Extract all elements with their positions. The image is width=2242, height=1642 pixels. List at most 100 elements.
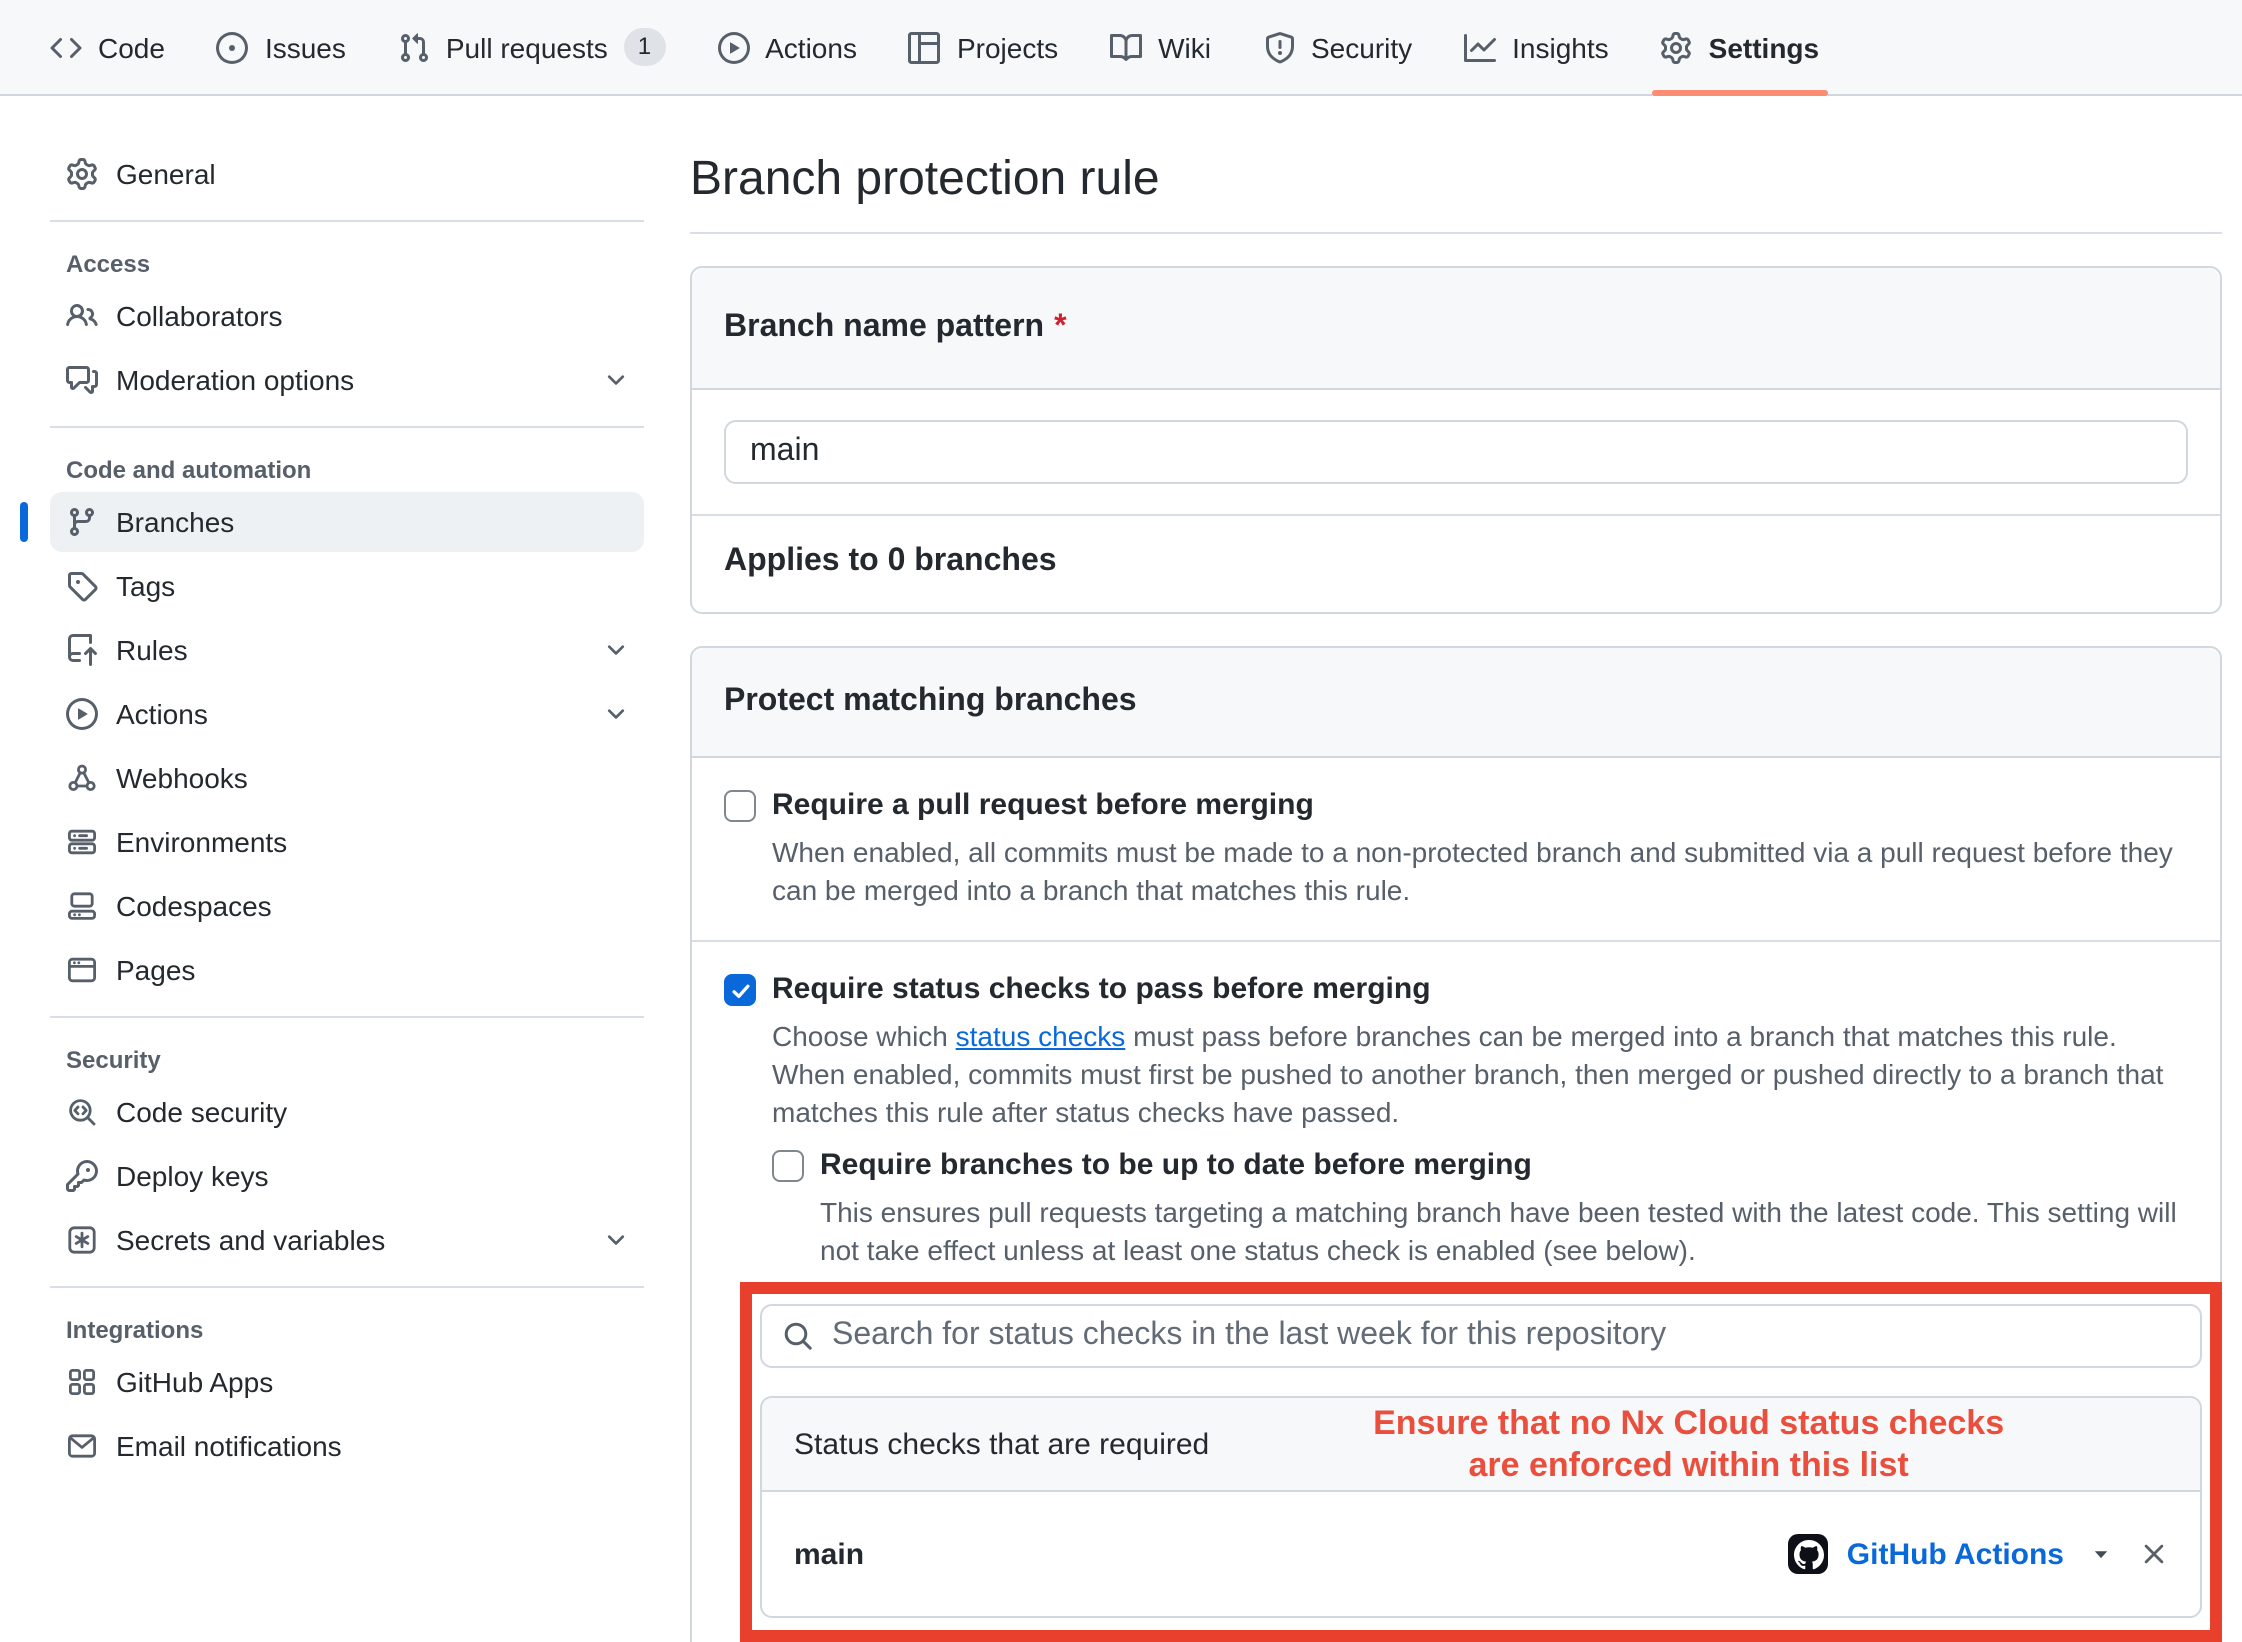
tab-security[interactable]: Security [1237,0,1438,94]
sidebar-divider [50,220,644,222]
sidebar-item-general[interactable]: General [50,144,644,204]
sidebar-item-webhooks[interactable]: Webhooks [50,748,644,808]
status-check-dropdown-button[interactable] [2090,1543,2112,1565]
annotation-line-2: are enforced within this list [1209,1444,2168,1486]
tab-wiki[interactable]: Wiki [1084,0,1237,94]
tab-actions[interactable]: Actions [691,0,883,94]
status-checks-link[interactable]: status checks [956,1020,1126,1052]
branch-name-pattern-input[interactable] [724,420,2188,484]
require-status-checks-checkbox[interactable] [724,974,756,1006]
sidebar-moderation-label: Moderation options [116,364,354,396]
status-check-row: main GitHub Actions [762,1492,2200,1616]
remove-status-check-button[interactable] [2140,1540,2168,1568]
tab-settings[interactable]: Settings [1635,0,1845,94]
check-icon [729,979,751,1001]
tab-code-label: Code [98,31,165,63]
description-text: Choose which [772,1020,956,1052]
branch-protection-main: Branch protection rule Branch name patte… [656,96,2242,1642]
sidebar-rules-label: Rules [116,634,188,666]
sidebar-item-moderation-options[interactable]: Moderation options [50,350,644,410]
tab-issues-label: Issues [265,31,346,63]
sidebar-item-branches[interactable]: Branches [50,492,644,552]
apps-icon [66,1366,98,1398]
require-pull-request-row: Require a pull request before merging Wh… [692,758,2220,940]
issue-opened-icon [217,31,249,63]
sidebar-item-secrets-and-variables[interactable]: Secrets and variables [50,1210,644,1270]
tab-wiki-label: Wiki [1158,31,1211,63]
sidebar-item-email-notifications[interactable]: Email notifications [50,1416,644,1476]
sidebar-item-actions[interactable]: Actions [50,684,644,744]
close-icon [2140,1540,2168,1568]
tab-insights[interactable]: Insights [1438,0,1635,94]
tab-pull-requests[interactable]: Pull requests1 [372,0,691,94]
sidebar-general-label: General [116,158,216,190]
annotation-line-1: Ensure that no Nx Cloud status checks [1209,1402,2168,1444]
required-status-checks-list: Status checks that are required Ensure t… [760,1396,2202,1618]
repo-tab-bar: Code Issues Pull requests1 Actions Proje… [0,0,2242,96]
branch-name-pattern-card: Branch name pattern* Applies to 0 branch… [690,266,2222,614]
shield-icon [1263,31,1295,63]
chevron-down-icon [604,1228,628,1252]
github-mark-icon [1794,1539,1824,1569]
sidebar-item-code-security[interactable]: Code security [50,1082,644,1142]
required-asterisk: * [1054,310,1066,344]
sidebar-collaborators-label: Collaborators [116,300,283,332]
chevron-down-icon [604,368,628,392]
sidebar-item-tags[interactable]: Tags [50,556,644,616]
protect-matching-branches-header: Protect matching branches [692,648,2220,758]
sidebar-secrets-label: Secrets and variables [116,1224,385,1256]
code-icon [50,31,82,63]
status-check-search-input[interactable] [760,1304,2202,1368]
annotation-note: Ensure that no Nx Cloud status checks ar… [1209,1402,2168,1486]
tab-issues[interactable]: Issues [191,0,372,94]
tab-insights-label: Insights [1512,31,1609,63]
sidebar-pages-label: Pages [116,954,195,986]
gear-icon [66,158,98,190]
page-title: Branch protection rule [690,148,2222,212]
github-actions-avatar [1789,1534,1829,1574]
title-divider [690,232,2222,234]
sidebar-webhooks-label: Webhooks [116,762,248,794]
sidebar-environments-label: Environments [116,826,287,858]
require-up-to-date-section: Require branches to be up to date before… [772,1144,2188,1270]
sidebar-section-access: Access [66,250,644,278]
sidebar-section-integrations: Integrations [66,1316,644,1344]
sidebar-section-security: Security [66,1046,644,1074]
required-status-checks-header: Status checks that are required Ensure t… [762,1398,2200,1492]
key-asterisk-icon [66,1224,98,1256]
play-circle-icon [717,31,749,63]
sidebar-github-apps-label: GitHub Apps [116,1366,273,1398]
require-pull-request-description: When enabled, all commits must be made t… [772,834,2184,910]
key-icon [66,1160,98,1192]
tab-settings-label: Settings [1709,31,1819,63]
sidebar-email-notifications-label: Email notifications [116,1430,342,1462]
tab-code[interactable]: Code [24,0,191,94]
status-check-search [760,1304,2202,1368]
sidebar-item-github-apps[interactable]: GitHub Apps [50,1352,644,1412]
sidebar-section-code-and-automation: Code and automation [66,456,644,484]
sidebar-item-pages[interactable]: Pages [50,940,644,1000]
comment-discussion-icon [66,364,98,396]
sidebar-item-codespaces[interactable]: Codespaces [50,876,644,936]
book-icon [1110,31,1142,63]
sidebar-item-deploy-keys[interactable]: Deploy keys [50,1146,644,1206]
require-status-checks-row: Require status checks to pass before mer… [692,940,2220,1642]
sidebar-item-collaborators[interactable]: Collaborators [50,286,644,346]
search-icon [782,1320,814,1352]
github-actions-link[interactable]: GitHub Actions [1847,1537,2064,1571]
require-pull-request-checkbox[interactable] [724,790,756,822]
tab-pull-requests-label: Pull requests [446,31,608,63]
mail-icon [66,1430,98,1462]
sidebar-item-environments[interactable]: Environments [50,812,644,872]
triangle-down-icon [2090,1543,2112,1565]
sidebar-item-rules[interactable]: Rules [50,620,644,680]
sidebar-deploy-keys-label: Deploy keys [116,1160,269,1192]
tab-projects[interactable]: Projects [883,0,1084,94]
tab-security-label: Security [1311,31,1412,63]
server-icon [66,826,98,858]
gear-icon [1661,31,1693,63]
tag-icon [66,570,98,602]
require-pull-request-title: Require a pull request before merging [772,784,2188,828]
require-up-to-date-checkbox[interactable] [772,1150,804,1182]
required-status-checks-label: Status checks that are required [794,1427,1209,1461]
